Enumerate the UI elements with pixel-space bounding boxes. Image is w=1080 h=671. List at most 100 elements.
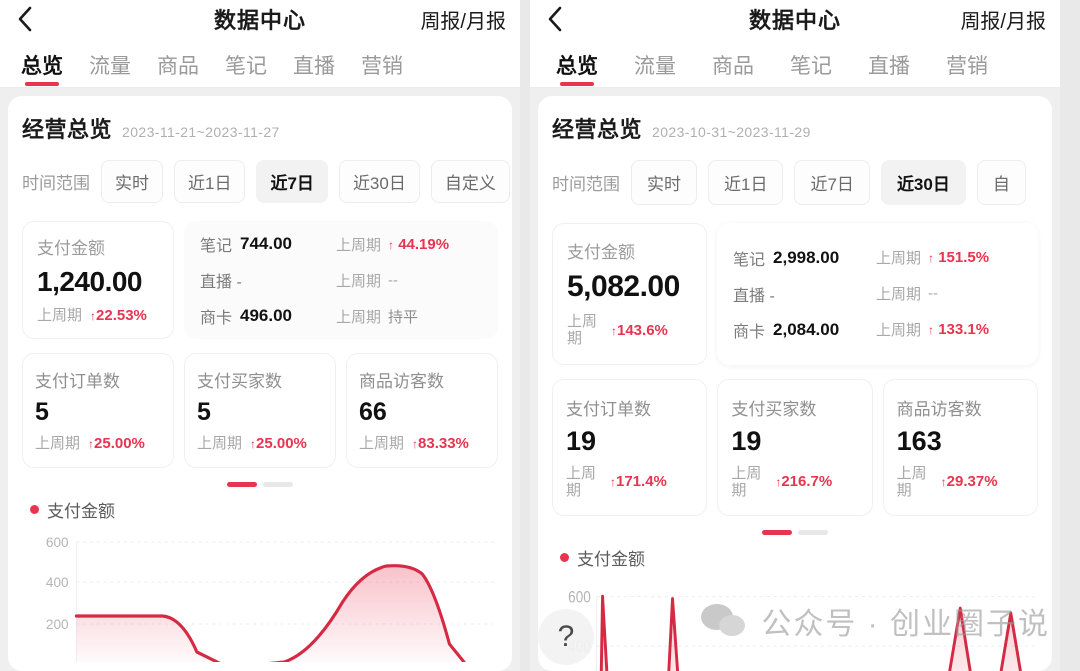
help-button[interactable]: ? <box>538 609 594 665</box>
overview-card: 经营总览 2023-10-31~2023-11-29 时间范围 实时 近1日 近… <box>538 96 1052 671</box>
compare-label: 上周期 <box>359 435 405 453</box>
breakdown-compare: 上周期 ↑ 44.19% <box>336 234 488 255</box>
tab-notes[interactable]: 笔记 <box>772 56 850 87</box>
tab-notes[interactable]: 笔记 <box>212 56 280 87</box>
metric-value: 5 <box>35 398 49 427</box>
chip-last-1-day[interactable]: 近1日 <box>174 160 246 203</box>
metric-label: 商品访客数 <box>896 399 982 419</box>
payment-amount-compare: 上周期 ↑143.6% <box>567 313 692 348</box>
compare-value: ↑143.6% <box>611 322 668 339</box>
hero-metrics-row: 支付金额 5,082.00 上周期 ↑143.6% 笔记 2,998.00 上周… <box>552 223 1038 365</box>
compare-label: 上周期 <box>35 435 81 453</box>
chip-realtime[interactable]: 实时 <box>101 160 163 203</box>
payment-amount-card[interactable]: 支付金额 5,082.00 上周期 ↑143.6% <box>552 223 707 365</box>
tab-products[interactable]: 商品 <box>694 56 772 87</box>
compare-value: ↑83.33% <box>412 435 469 452</box>
paid-orders-card[interactable]: 支付订单数 5 上周期 ↑25.00% <box>22 353 174 468</box>
pagination-dot[interactable] <box>263 481 293 487</box>
compare-label: 上周期 <box>876 322 922 340</box>
tab-overview[interactable]: 总览 <box>538 56 616 87</box>
tab-traffic[interactable]: 流量 <box>76 56 144 87</box>
tab-marketing[interactable]: 营销 <box>928 56 1006 87</box>
breakdown-name: 笔记 <box>200 238 233 256</box>
metric-value: 163 <box>896 425 942 456</box>
compare-pct: 25.00% <box>94 435 145 453</box>
carousel-pagination[interactable] <box>552 530 1038 535</box>
metric-compare: 上周期 ↑83.33% <box>359 435 485 452</box>
compare-label: 上周期 <box>876 250 922 268</box>
metric-value: 19 <box>566 425 597 456</box>
breakdown-compare: 上周期 持平 <box>336 306 488 327</box>
chart-legend: 支付金额 <box>560 545 1038 570</box>
breakdown-row-live: 直播 - 上周期 -- <box>733 282 1028 306</box>
tab-live[interactable]: 直播 <box>280 56 348 87</box>
payment-amount-label: 支付金额 <box>37 239 105 258</box>
paid-orders-card[interactable]: 支付订单数 19 上周期 ↑171.4% <box>552 378 708 516</box>
tab-overview[interactable]: 总览 <box>8 56 76 87</box>
chip-last-7-days[interactable]: 近7日 <box>794 160 870 205</box>
chart-area-fill <box>76 565 495 662</box>
report-link[interactable]: 周报/月报 <box>420 5 506 34</box>
metric-label: 支付订单数 <box>566 399 651 419</box>
compare-value: ↑25.00% <box>250 435 307 452</box>
breakdown-value: 744.00 <box>240 234 293 254</box>
chip-last-30-days[interactable]: 近30日 <box>338 160 420 203</box>
svg-text:400: 400 <box>46 574 69 589</box>
report-link[interactable]: 周报/月报 <box>960 5 1046 34</box>
metric-value: 66 <box>359 398 387 427</box>
chevron-left-icon[interactable] <box>14 6 36 32</box>
pagination-dot[interactable] <box>798 530 828 535</box>
paid-buyers-card[interactable]: 支付买家数 5 上周期 ↑25.00% <box>184 353 336 468</box>
compare-pct: 29.37% <box>946 473 998 491</box>
chip-last-30-days[interactable]: 近30日 <box>880 160 966 205</box>
card-title: 经营总览 <box>22 117 113 142</box>
pagination-dot-active[interactable] <box>227 481 257 487</box>
tab-products[interactable]: 商品 <box>144 56 212 87</box>
metric-value: 5 <box>197 398 211 427</box>
chip-custom[interactable]: 自 <box>976 160 1026 205</box>
payment-amount-card[interactable]: 支付金额 1,240.00 上周期 ↑22.53% <box>22 221 174 340</box>
product-visitors-card[interactable]: 商品访客数 66 上周期 ↑83.33% <box>346 353 498 468</box>
compare-value: ↑25.00% <box>88 435 145 452</box>
chip-last-1-day[interactable]: 近1日 <box>708 160 784 205</box>
paid-buyers-card[interactable]: 支付买家数 19 上周期 ↑216.7% <box>717 378 873 516</box>
compare-pct: 151.5% <box>938 249 990 267</box>
breakdown-compare: 上周期 -- <box>336 270 488 291</box>
metric-compare: 上周期 ↑25.00% <box>35 435 161 452</box>
tab-marketing[interactable]: 营销 <box>348 56 416 87</box>
compare-pct: 143.6% <box>617 321 668 339</box>
compare-pct: 44.19% <box>398 235 450 253</box>
compare-label: 上周期 <box>37 307 83 324</box>
card-title: 经营总览 <box>552 117 643 142</box>
tab-traffic[interactable]: 流量 <box>616 56 694 87</box>
right-phone-panel: 数据中心 周报/月报 总览 流量 商品 笔记 直播 营销 经营总览 2023-1… <box>530 0 1060 671</box>
breakdown-row-live: 直播 - 上周期 -- <box>200 268 488 292</box>
breakdown-row-shopcard: 商卡 496.00 上周期 持平 <box>200 304 488 328</box>
carousel-pagination[interactable] <box>22 481 498 487</box>
svg-text:600: 600 <box>568 588 591 607</box>
metric-value: 19 <box>731 425 762 456</box>
breakdown-compare: 上周期 ↑ 133.1% <box>876 319 1028 340</box>
content-area: 经营总览 2023-10-31~2023-11-29 时间范围 实时 近1日 近… <box>530 88 1060 671</box>
breakdown-row-shopcard: 商卡 2,084.00 上周期 ↑ 133.1% <box>733 318 1028 342</box>
payment-breakdown-panel: 笔记 2,998.00 上周期 ↑ 151.5% 直播 - 上周期 -- 商卡 … <box>717 223 1038 365</box>
breakdown-compare: 上周期 ↑ 151.5% <box>876 247 1028 268</box>
tab-bar: 总览 流量 商品 笔记 直播 营销 <box>0 38 520 88</box>
pagination-dot-active[interactable] <box>762 530 792 535</box>
breakdown-name: 笔记 <box>733 251 766 269</box>
chip-last-7-days[interactable]: 近7日 <box>256 160 328 203</box>
compare-value: -- <box>928 285 939 303</box>
chip-realtime[interactable]: 实时 <box>631 160 697 205</box>
payment-amount-label: 支付金额 <box>567 243 635 262</box>
chip-custom[interactable]: 自定义 <box>430 160 510 203</box>
product-visitors-card[interactable]: 商品访客数 163 上周期 ↑29.37% <box>882 378 1038 516</box>
card-header: 经营总览 2023-11-21~2023-11-27 <box>22 112 498 144</box>
chevron-left-icon[interactable] <box>544 6 566 32</box>
arrow-up-icon: ↑ <box>388 237 395 252</box>
overview-card: 经营总览 2023-11-21~2023-11-27 时间范围 实时 近1日 近… <box>8 96 512 671</box>
compare-pct: 171.4% <box>616 473 667 491</box>
payment-amount-value: 1,240.00 <box>37 266 143 297</box>
time-range-label: 时间范围 <box>22 174 90 193</box>
tab-bar: 总览 流量 商品 笔记 直播 营销 <box>530 38 1060 88</box>
tab-live[interactable]: 直播 <box>850 56 928 87</box>
